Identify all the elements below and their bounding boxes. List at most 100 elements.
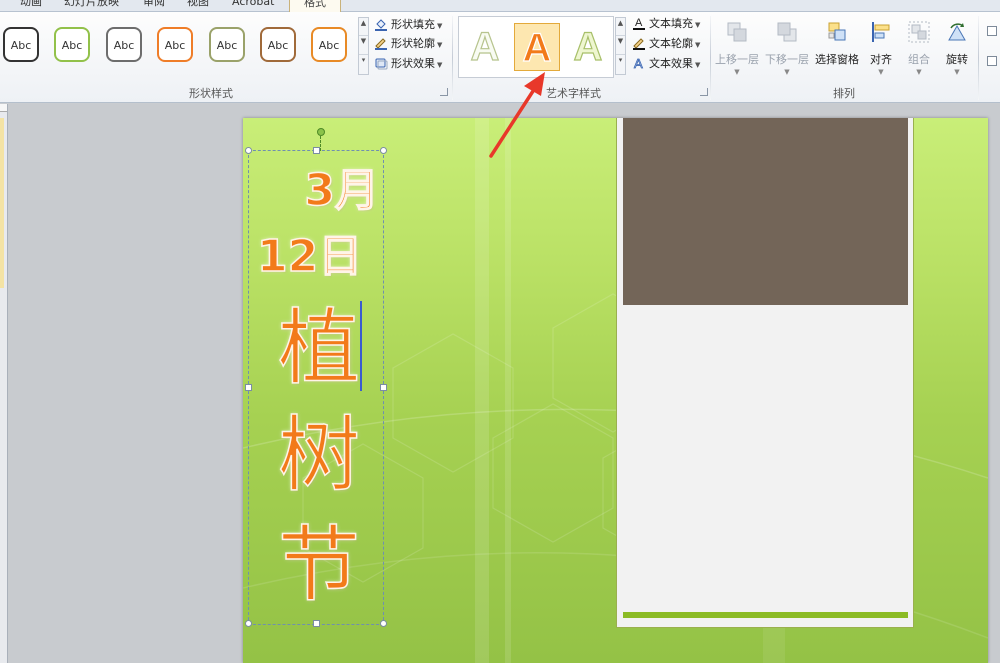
tab-animation[interactable]: 动画 <box>20 0 42 12</box>
shape-outline-label: 形状轮廓 <box>391 37 435 50</box>
date-day-text[interactable]: 12日 <box>256 229 377 285</box>
resize-handle-top[interactable] <box>313 147 320 154</box>
editing-area: 3月 12日 植 树 节 <box>0 104 1000 663</box>
group-label: 组合 <box>908 53 930 66</box>
group-button[interactable]: 组合 ▼ <box>907 20 931 76</box>
scroll-down-icon[interactable]: ▼ <box>616 36 625 55</box>
size-height-icon[interactable] <box>987 26 997 36</box>
shape-style-3[interactable]: Abc <box>106 27 142 62</box>
shape-styles-dialog-launcher[interactable] <box>440 88 448 96</box>
panel-accent-bar <box>623 612 908 618</box>
shape-effects-button[interactable]: 形状效果 ▼ <box>374 55 442 73</box>
align-label: 对齐 <box>870 53 892 66</box>
group-divider <box>978 16 979 100</box>
resize-handle-bottom[interactable] <box>313 620 320 627</box>
gallery-more-icon[interactable]: ▾ <box>616 55 625 73</box>
wordart-dialog-launcher[interactable] <box>700 88 708 96</box>
tab-view[interactable]: 视图 <box>187 0 209 12</box>
powerpoint-window: 动画 幻灯片放映 审阅 视图 Acrobat 格式 Abc Abc Abc Ab… <box>0 0 1000 663</box>
svg-text:A: A <box>635 17 643 29</box>
size-width-icon[interactable] <box>987 56 997 66</box>
tab-slideshow[interactable]: 幻灯片放映 <box>64 0 119 12</box>
scroll-down-icon[interactable]: ▼ <box>359 36 368 55</box>
group-objects-icon <box>908 21 930 43</box>
photo-placeholder[interactable] <box>623 118 908 305</box>
rotate-icon <box>948 23 966 41</box>
slide-thumbnail-pane[interactable] <box>0 104 8 663</box>
dropdown-caret-icon: ▼ <box>916 68 922 76</box>
shape-fill-button[interactable]: 形状填充 ▼ <box>374 16 442 34</box>
rotation-connector <box>320 136 321 151</box>
resize-handle-top-left[interactable] <box>245 147 252 154</box>
text-effects-icon: A <box>634 56 644 70</box>
resize-handle-left[interactable] <box>245 384 252 391</box>
bring-forward-label: 上移一层 <box>715 53 759 66</box>
align-button[interactable]: 对齐 ▼ <box>869 20 893 76</box>
dropdown-caret-icon: ▼ <box>437 22 443 30</box>
wordart-style-2[interactable]: A <box>514 23 560 71</box>
shape-style-6[interactable]: Abc <box>260 27 296 62</box>
text-effects-button[interactable]: A 文本效果 ▼ <box>632 55 701 73</box>
text-fill-label: 文本填充 <box>649 17 693 30</box>
align-icon <box>872 22 890 42</box>
text-fill-icon: A <box>633 17 645 30</box>
shape-fill-label: 形状填充 <box>391 18 435 31</box>
text-outline-button[interactable]: 文本轮廓 ▼ <box>632 35 700 53</box>
selection-pane-button[interactable]: 选择窗格 <box>815 20 859 67</box>
title-char-3[interactable]: 节 <box>269 516 369 616</box>
pane-edge-marker <box>0 104 7 112</box>
text-fill-button[interactable]: A 文本填充 ▼ <box>632 15 700 33</box>
tab-format[interactable]: 格式 <box>289 0 341 12</box>
svg-text:A: A <box>634 56 643 70</box>
rotate-button[interactable]: 旋转 ▼ <box>945 20 969 76</box>
group-divider <box>710 16 711 100</box>
shape-style-5[interactable]: Abc <box>209 27 245 62</box>
title-char-1[interactable]: 植 <box>269 299 369 399</box>
shape-styles-scrollbar[interactable]: ▲ ▼ ▾ <box>358 17 369 75</box>
shape-style-4[interactable]: Abc <box>157 27 193 62</box>
wordart-styles-group-label: 艺术字样式 <box>546 87 601 100</box>
resize-handle-top-right[interactable] <box>380 147 387 154</box>
group-divider <box>452 16 453 100</box>
dropdown-caret-icon: ▼ <box>734 68 740 76</box>
date-month-text[interactable]: 3月 <box>279 163 380 219</box>
dropdown-caret-icon: ▼ <box>695 61 701 69</box>
bring-forward-icon <box>727 22 747 42</box>
tab-review[interactable]: 审阅 <box>143 0 165 12</box>
rotation-handle[interactable] <box>317 128 325 136</box>
dropdown-caret-icon: ▼ <box>784 68 790 76</box>
gallery-more-icon[interactable]: ▾ <box>359 55 368 73</box>
resize-handle-bottom-right[interactable] <box>380 620 387 627</box>
tab-acrobat[interactable]: Acrobat <box>232 0 274 12</box>
dropdown-caret-icon: ▼ <box>695 41 701 49</box>
wordart-style-3[interactable]: A <box>565 23 611 71</box>
slide-canvas[interactable]: 3月 12日 植 树 节 <box>243 118 988 663</box>
pen-outline-icon <box>375 38 387 50</box>
shape-style-2[interactable]: Abc <box>54 27 90 62</box>
shape-style-1[interactable]: Abc <box>3 27 39 62</box>
ribbon: Abc Abc Abc Abc Abc Abc Abc ▲ ▼ ▾ 形状填充 ▼ … <box>0 12 1000 103</box>
arrange-group-label: 排列 <box>833 87 855 100</box>
paint-bucket-icon <box>375 19 387 31</box>
wordart-style-1[interactable]: A <box>462 23 508 71</box>
dropdown-caret-icon: ▼ <box>437 61 443 69</box>
shape-style-7[interactable]: Abc <box>311 27 347 62</box>
text-cursor <box>360 301 362 391</box>
title-char-2[interactable]: 树 <box>269 406 369 506</box>
scroll-up-icon[interactable]: ▲ <box>359 18 368 37</box>
shape-outline-button[interactable]: 形状轮廓 ▼ <box>374 35 442 53</box>
send-backward-label: 下移一层 <box>765 53 809 66</box>
scroll-up-icon[interactable]: ▲ <box>616 18 625 37</box>
wordart-text-box[interactable]: 3月 12日 植 树 节 <box>245 128 387 627</box>
text-effects-label: 文本效果 <box>649 57 693 70</box>
dropdown-caret-icon: ▼ <box>954 68 960 76</box>
send-backward-button[interactable]: 下移一层 ▼ <box>765 20 809 76</box>
resize-handle-bottom-left[interactable] <box>245 620 252 627</box>
bring-forward-button[interactable]: 上移一层 ▼ <box>715 20 759 76</box>
dropdown-caret-icon: ▼ <box>878 68 884 76</box>
current-slide-thumbnail[interactable] <box>0 118 4 288</box>
wordart-scrollbar[interactable]: ▲ ▼ ▾ <box>615 17 626 75</box>
resize-handle-right[interactable] <box>380 384 387 391</box>
content-panel[interactable] <box>616 118 914 628</box>
selection-pane-icon <box>828 22 846 41</box>
